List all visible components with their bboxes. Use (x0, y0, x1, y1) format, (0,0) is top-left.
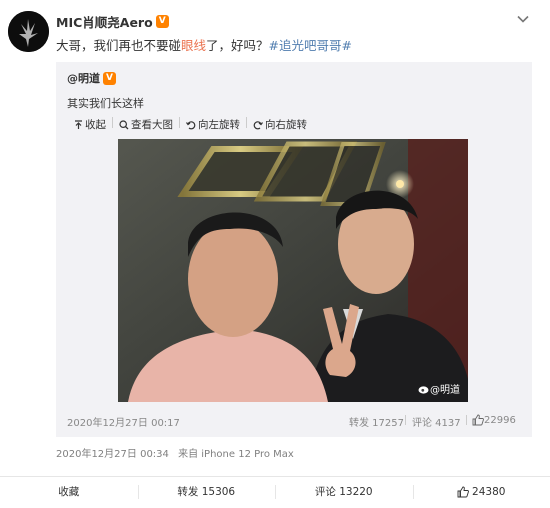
weibo-post-card: MIC肖顺尧Aero V 大哥，我们再也不要碰眼线了，好吗？#追光吧哥哥# @明… (0, 0, 550, 508)
like-button[interactable]: 24380 (412, 477, 550, 506)
quoted-post-footer: 2020年12月27日 00:17 转发 17257 评论 4137 22996 (67, 414, 522, 430)
quoted-post: @明道 V 其实我们长这样 收起 查看大图 向左旋转 向右旋转 @明道 2020… (56, 62, 532, 437)
quoted-author-name[interactable]: @明道 (67, 70, 100, 86)
chevron-down-icon[interactable] (516, 12, 530, 26)
repost-label: 转发 15306 (177, 486, 236, 498)
watermark-text: @明道 (430, 385, 460, 396)
collapse-label: 收起 (85, 119, 106, 131)
photo-watermark: @明道 (418, 381, 460, 396)
thumbs-up-icon (457, 486, 469, 497)
repost-button[interactable]: 转发 15306 (137, 477, 276, 506)
divider (405, 415, 406, 425)
thumbs-up-icon (472, 414, 484, 426)
rotate-right-label: 向右旋转 (265, 119, 307, 131)
post-source: 来自 iPhone 12 Pro Max (178, 449, 294, 460)
divider (246, 117, 247, 128)
zoom-icon (119, 119, 129, 129)
author-row: MIC肖顺尧Aero V (56, 12, 169, 30)
view-large-button[interactable]: 查看大图 (119, 117, 173, 132)
quoted-author-row: @明道 V (67, 70, 116, 86)
topic-link[interactable]: 眼线 (181, 38, 206, 53)
post-photo[interactable]: @明道 (118, 139, 468, 402)
weibo-icon (418, 385, 429, 394)
rotate-left-button[interactable]: 向左旋转 (186, 117, 240, 132)
collapse-button[interactable]: 收起 (74, 117, 106, 132)
post-timestamp[interactable]: 2020年12月27日 00:34 (56, 449, 169, 460)
divider (179, 117, 180, 128)
verified-badge-icon: V (103, 71, 116, 85)
favorite-button[interactable]: 收藏 (0, 477, 138, 506)
rotate-left-label: 向左旋转 (198, 119, 240, 131)
favorite-label: 收藏 (58, 486, 80, 498)
comment-label: 评论 13220 (314, 486, 373, 498)
quoted-like-button[interactable]: 22996 (472, 414, 516, 426)
rotate-right-icon (253, 120, 263, 129)
divider (112, 117, 113, 128)
divider (466, 415, 467, 425)
quoted-comment-count[interactable]: 评论 4137 (412, 414, 461, 429)
avatar[interactable] (8, 11, 49, 52)
post-text-suffix: 了，好吗？ (206, 38, 269, 53)
collapse-icon (75, 119, 82, 129)
verified-badge-icon: V (155, 14, 169, 28)
post-meta: 2020年12月27日 00:34 来自 iPhone 12 Pro Max (56, 445, 294, 460)
image-toolbar: 收起 查看大图 向左旋转 向右旋转 (74, 117, 320, 132)
quoted-timestamp[interactable]: 2020年12月27日 00:17 (67, 414, 180, 429)
quoted-like-count: 22996 (484, 414, 516, 426)
quoted-repost-count[interactable]: 转发 17257 (349, 414, 404, 429)
action-bar: 收藏 转发 15306 评论 13220 24380 (0, 476, 550, 506)
author-name[interactable]: MIC肖顺尧Aero (56, 12, 153, 31)
rotate-right-button[interactable]: 向右旋转 (253, 117, 307, 132)
post-text-prefix: 大哥，我们再也不要碰 (56, 38, 182, 53)
view-large-label: 查看大图 (131, 119, 173, 131)
hashtag-link[interactable]: #追光吧哥哥# (269, 38, 352, 53)
quoted-text: 其实我们长这样 (67, 97, 144, 110)
rotate-left-icon (186, 120, 196, 129)
comment-button[interactable]: 评论 13220 (275, 477, 413, 506)
like-count: 24380 (472, 485, 506, 498)
post-text: 大哥，我们再也不要碰眼线了，好吗？#追光吧哥哥# (56, 35, 352, 54)
